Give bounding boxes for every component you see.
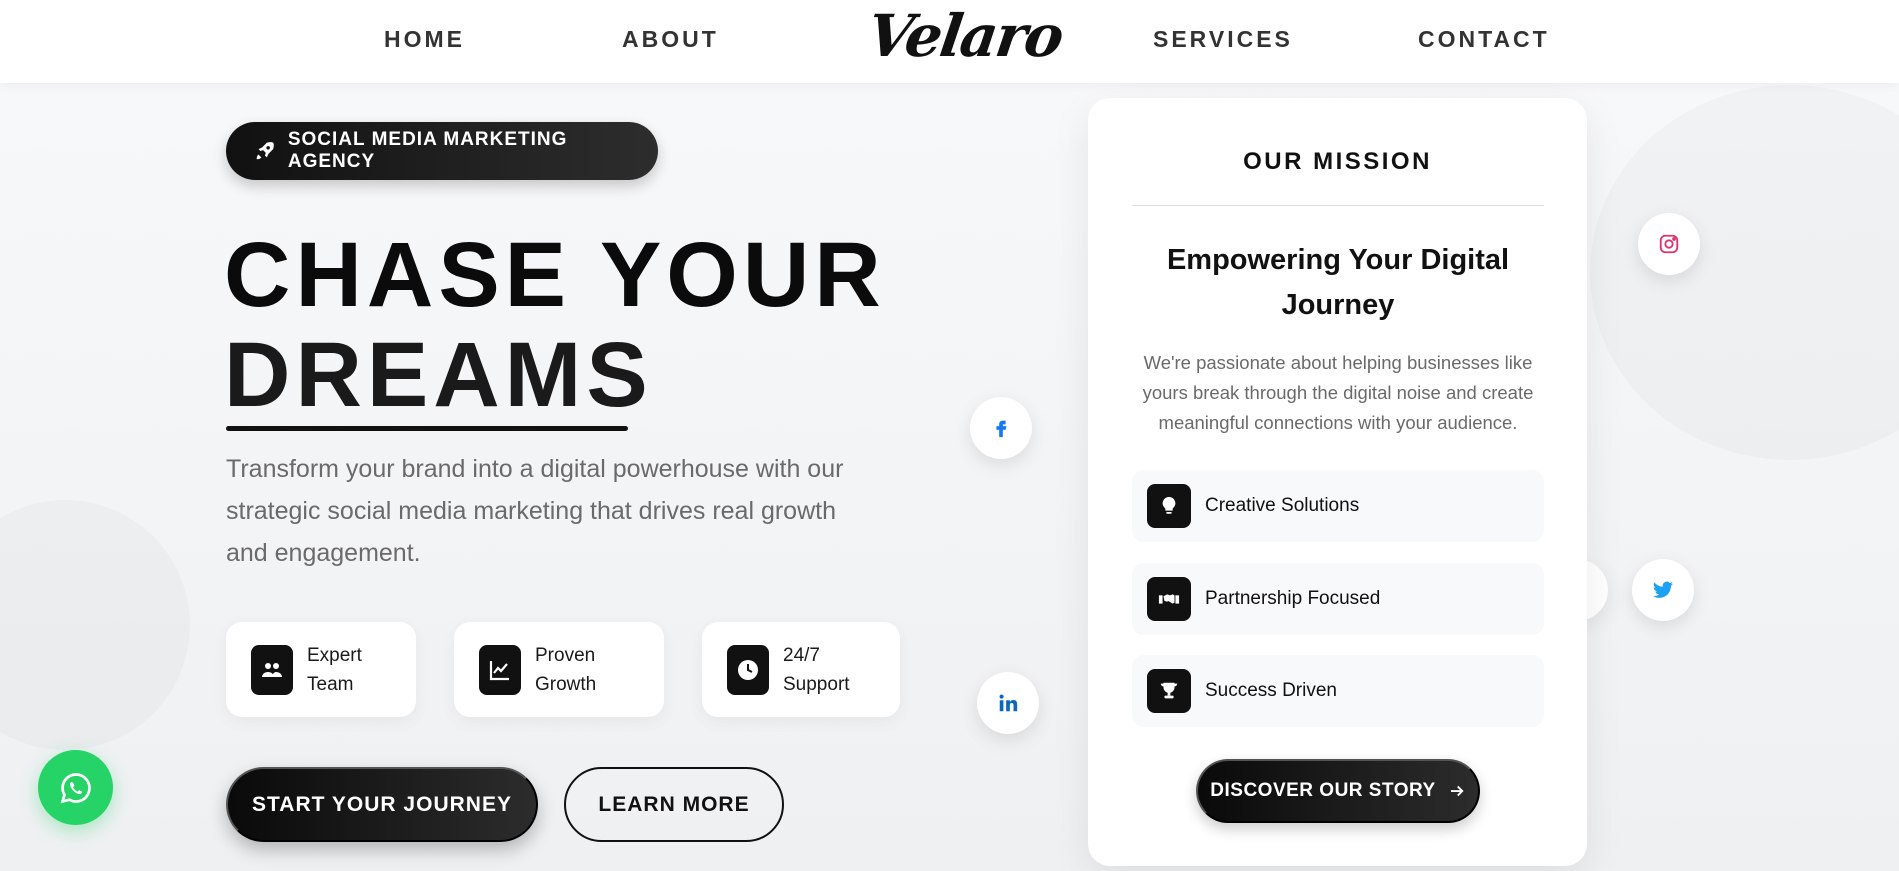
mission-item-label: Partnership Focused [1205,588,1381,609]
learn-more-button[interactable]: LEARN MORE [564,767,784,842]
linkedin-button[interactable] [977,672,1039,734]
twitter-icon [1652,581,1674,598]
clock-icon [727,644,769,695]
mission-description: We're passionate about helping businesse… [1142,352,1534,433]
mission-card: OUR MISSION Empowering Your Digital Jour… [1088,98,1587,866]
mission-item-creative-solutions: Creative Solutions [1132,470,1544,542]
whatsapp-button[interactable] [38,750,113,825]
hero-title-line2: DREAMS [224,324,653,426]
discover-story-label: DISCOVER OUR STORY [1210,780,1436,801]
title-underline [226,426,628,431]
lightbulb-icon [1147,484,1191,528]
mission-item-label: Success Driven [1205,680,1337,701]
hero-description: Transform your brand into a digital powe… [226,455,844,567]
rocket-icon [256,142,274,160]
facebook-icon [996,420,1007,438]
logo[interactable]: Velaro [863,2,1066,70]
divider [1132,205,1544,206]
background-circle [0,500,190,750]
nav-home-link[interactable]: HOME [384,26,465,53]
discover-story-button[interactable]: DISCOVER OUR STORY [1196,759,1480,823]
feature-card-expert-team: Expert Team [226,622,416,717]
trophy-icon [1147,669,1191,713]
arrow-right-icon [1450,785,1464,797]
chart-line-icon [479,644,521,695]
mission-item-label: Creative Solutions [1205,495,1360,516]
badge-label: SOCIAL MEDIA MARKETING AGENCY [287,129,568,172]
nav-about-link[interactable]: ABOUT [622,26,719,53]
mission-title: Empowering Your Digital Journey [1166,244,1510,321]
feature-card-support: 24/7 Support [702,622,900,717]
facebook-button[interactable] [970,397,1032,459]
navbar: HOME ABOUT Velaro SERVICES CONTACT [0,0,1899,83]
hero-title: CHASE YOUR DREAMS [224,225,886,425]
start-journey-button[interactable]: START YOUR JOURNEY [226,767,538,842]
feature-card-proven-growth: Proven Growth [454,622,664,717]
handshake-icon [1147,577,1191,621]
feature-label: 24/7 Support [783,644,850,695]
instagram-button[interactable] [1638,213,1700,275]
mission-heading: OUR MISSION [1243,148,1432,175]
agency-badge: SOCIAL MEDIA MARKETING AGENCY [226,122,658,180]
mission-item-success-driven: Success Driven [1132,655,1544,727]
linkedin-icon [999,694,1018,712]
background-circle [1590,85,1899,460]
nav-services-link[interactable]: SERVICES [1153,26,1293,53]
twitter-button[interactable] [1632,559,1694,621]
feature-label: Proven Growth [535,644,597,695]
feature-label: Expert Team [307,644,362,695]
users-icon [251,644,293,695]
mission-item-partnership-focused: Partnership Focused [1132,563,1544,635]
hero-title-line1: CHASE YOUR [224,224,886,326]
whatsapp-icon [60,772,91,803]
instagram-icon [1659,234,1679,254]
nav-contact-link[interactable]: CONTACT [1418,26,1550,53]
